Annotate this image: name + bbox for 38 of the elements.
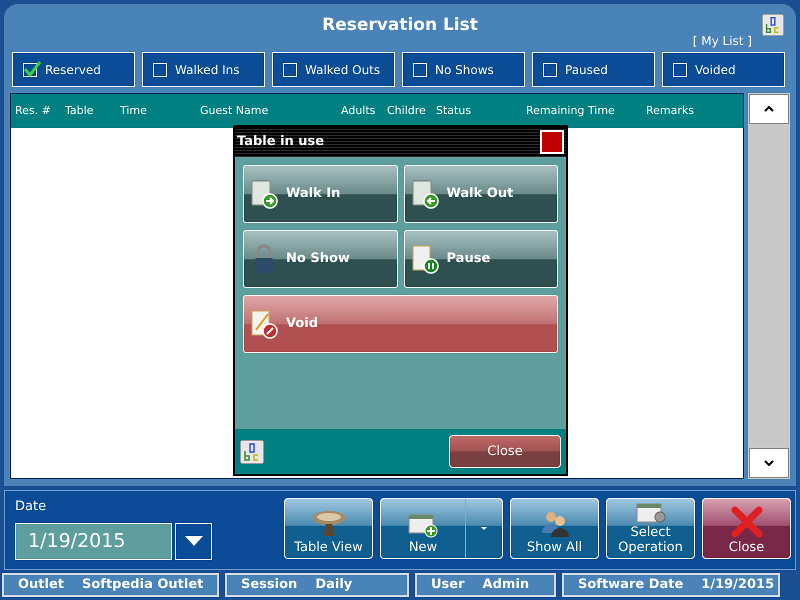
window-title: Reservation List (322, 14, 478, 38)
status-value: Daily (315, 576, 352, 594)
column-header: Childre (387, 105, 427, 117)
status-label: Outlet (18, 576, 64, 594)
toolbar-button[interactable]: Close (702, 498, 791, 559)
toolbar-button[interactable]: Select Operation (606, 498, 695, 559)
action-button[interactable]: Void (243, 295, 558, 353)
dialog-title: Table in use (237, 133, 324, 152)
dialog-close-button[interactable]: Close (449, 435, 561, 468)
status-value: Softpedia Outlet (82, 576, 204, 594)
my-list-link[interactable]: [ My List ] (692, 32, 752, 50)
filter-checkbox[interactable]: Voided (662, 52, 785, 87)
column-header: Remaining Time (526, 105, 616, 117)
status-value: 1/19/2015 (701, 576, 774, 594)
column-header: Remarks (646, 105, 695, 117)
column-header: Time (120, 105, 148, 117)
status-label: Session (241, 576, 298, 594)
action-button[interactable]: Walk Out (404, 165, 558, 223)
toolbar-button[interactable]: New (380, 498, 503, 559)
action-button[interactable]: Pause (404, 230, 558, 288)
filter-checkbox[interactable]: Reserved (12, 52, 135, 87)
column-header: Guest Name (200, 105, 270, 117)
status-value: Admin (482, 576, 530, 594)
status-label: User (431, 576, 465, 594)
action-button[interactable]: No Show (243, 230, 398, 288)
filter-checkbox[interactable]: Walked Outs (272, 52, 395, 87)
filter-checkbox[interactable]: No Shows (402, 52, 525, 87)
filter-checkbox[interactable]: Walked Ins (142, 52, 265, 87)
toolbar-button[interactable]: Table View (284, 498, 373, 559)
column-header: Table (65, 105, 94, 117)
column-header: Adults (341, 105, 376, 117)
filter-checkbox[interactable]: Paused (532, 52, 655, 87)
column-header: Res. # (15, 105, 52, 117)
date-label: Date (15, 498, 48, 516)
action-button[interactable]: Walk In (243, 165, 398, 223)
toolbar-button[interactable]: Show All (510, 498, 599, 559)
column-header: Status (436, 105, 472, 117)
status-label: Software Date (578, 576, 684, 594)
